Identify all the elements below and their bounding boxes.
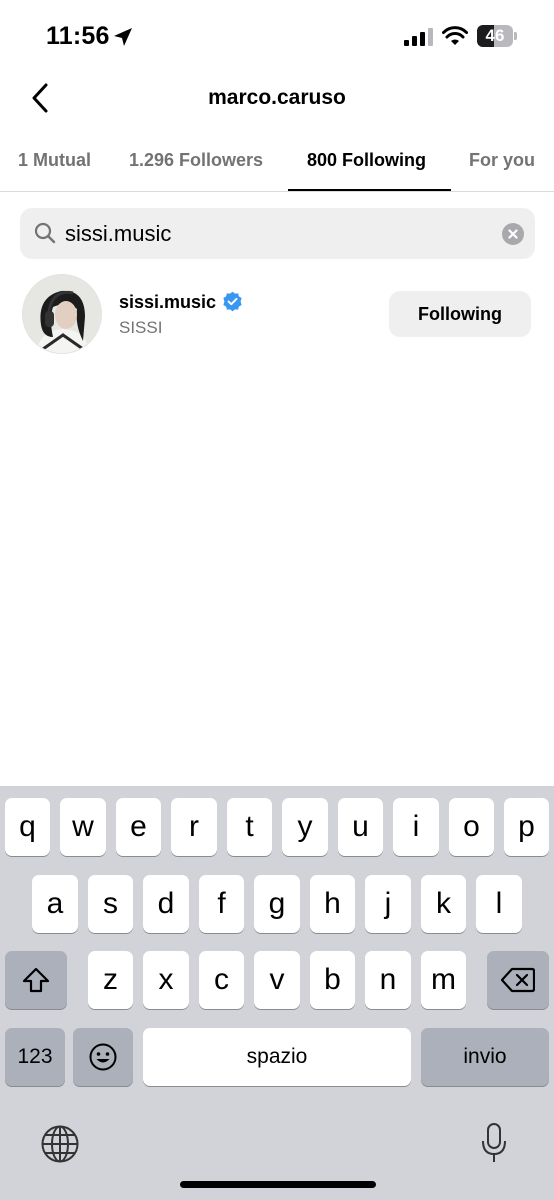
emoji-icon xyxy=(89,1043,117,1071)
key-s[interactable]: s xyxy=(88,875,133,933)
key-t[interactable]: t xyxy=(227,798,272,856)
key-l[interactable]: l xyxy=(476,875,522,933)
key-n[interactable]: n xyxy=(365,951,411,1009)
key-j[interactable]: j xyxy=(365,875,411,933)
clear-circle-icon xyxy=(508,229,518,239)
verified-badge-icon xyxy=(223,291,242,312)
search-icon xyxy=(34,222,56,244)
list-item[interactable]: sissi.music SISSI Following xyxy=(0,270,554,360)
full-name: SISSI xyxy=(119,318,163,337)
status-time: 11:56 xyxy=(46,22,110,50)
key-h[interactable]: h xyxy=(310,875,355,933)
page-title: marco.caruso xyxy=(208,86,346,109)
key-p[interactable]: p xyxy=(504,798,549,856)
globe-button[interactable] xyxy=(38,1122,82,1166)
wifi-icon xyxy=(442,26,468,45)
key-a[interactable]: a xyxy=(32,875,78,933)
key-f[interactable]: f xyxy=(199,875,244,933)
shift-key[interactable] xyxy=(5,951,67,1009)
key-d[interactable]: d xyxy=(143,875,189,933)
avatar-image xyxy=(23,275,101,353)
shift-icon xyxy=(22,967,50,993)
key-g[interactable]: g xyxy=(254,875,300,933)
backspace-key[interactable] xyxy=(487,951,549,1009)
clear-search-button[interactable] xyxy=(502,223,524,245)
key-e[interactable]: e xyxy=(116,798,161,856)
globe-icon xyxy=(41,1125,79,1163)
key-q[interactable]: q xyxy=(5,798,50,856)
battery-level: 46 xyxy=(485,26,505,45)
key-o[interactable]: o xyxy=(449,798,494,856)
key-i[interactable]: i xyxy=(393,798,439,856)
backspace-icon xyxy=(501,967,535,993)
search-box xyxy=(20,208,535,259)
tab-mutual[interactable]: 1 Mutual xyxy=(18,150,91,171)
key-u[interactable]: u xyxy=(338,798,383,856)
key-b[interactable]: b xyxy=(310,951,355,1009)
return-key[interactable]: invio xyxy=(421,1028,549,1086)
search-input[interactable] xyxy=(65,208,485,259)
key-k[interactable]: k xyxy=(421,875,466,933)
tab-followers[interactable]: 1.296 Followers xyxy=(129,150,263,171)
status-bar: 11:56 46 xyxy=(0,0,554,72)
cellular-signal-icon xyxy=(404,28,433,46)
key-z[interactable]: z xyxy=(88,951,133,1009)
tab-bar: 1 Mutual 1.296 Followers 800 Following F… xyxy=(0,136,554,192)
tab-for-you[interactable]: For you xyxy=(469,150,535,171)
dictation-button[interactable] xyxy=(472,1120,516,1166)
username[interactable]: sissi.music xyxy=(119,292,216,313)
active-tab-indicator xyxy=(288,189,451,191)
key-y[interactable]: y xyxy=(282,798,328,856)
key-v[interactable]: v xyxy=(254,951,300,1009)
key-w[interactable]: w xyxy=(60,798,106,856)
tab-following[interactable]: 800 Following xyxy=(307,150,426,171)
numbers-key[interactable]: 123 xyxy=(5,1028,65,1086)
key-m[interactable]: m xyxy=(421,951,466,1009)
microphone-icon xyxy=(482,1123,506,1162)
following-button[interactable]: Following xyxy=(389,291,531,337)
keyboard: q w e r t y u i o p a s d f g h j k l z … xyxy=(0,786,554,1200)
key-c[interactable]: c xyxy=(199,951,244,1009)
key-x[interactable]: x xyxy=(143,951,189,1009)
emoji-key[interactable] xyxy=(73,1028,133,1086)
avatar[interactable] xyxy=(22,274,102,354)
battery-icon: 46 xyxy=(477,25,517,47)
key-r[interactable]: r xyxy=(171,798,217,856)
home-indicator xyxy=(180,1181,376,1188)
space-key[interactable]: spazio xyxy=(143,1028,411,1086)
location-arrow-icon xyxy=(114,28,132,46)
